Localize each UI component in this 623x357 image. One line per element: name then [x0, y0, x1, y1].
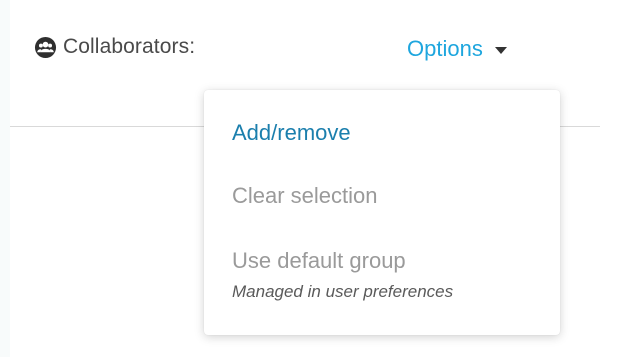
menu-item-label: Clear selection — [232, 183, 378, 208]
collaborators-label: Collaborators: — [34, 35, 195, 59]
menu-item-sublabel: Managed in user preferences — [232, 282, 454, 301]
menu-item-label: Add/remove — [232, 120, 351, 145]
menu-item-clear-selection[interactable]: Clear selection — [232, 183, 550, 209]
options-label: Options — [407, 36, 483, 61]
options-dropdown-toggle[interactable]: Options — [407, 36, 507, 62]
collaborators-panel: Collaborators: Options Add/remove Clear … — [10, 0, 623, 357]
menu-item-add-remove[interactable]: Add/remove — [232, 120, 550, 146]
collaborators-label-text: Collaborators: — [63, 35, 196, 58]
menu-item-label: Use default group — [232, 248, 406, 273]
menu-item-use-default-group[interactable]: Use default group Managed in user prefer… — [232, 248, 550, 302]
group-icon — [34, 36, 57, 58]
collaborators-header: Collaborators: Options — [10, 0, 623, 98]
caret-down-icon — [494, 46, 507, 54]
options-menu: Add/remove Clear selection Use default g… — [204, 90, 560, 335]
